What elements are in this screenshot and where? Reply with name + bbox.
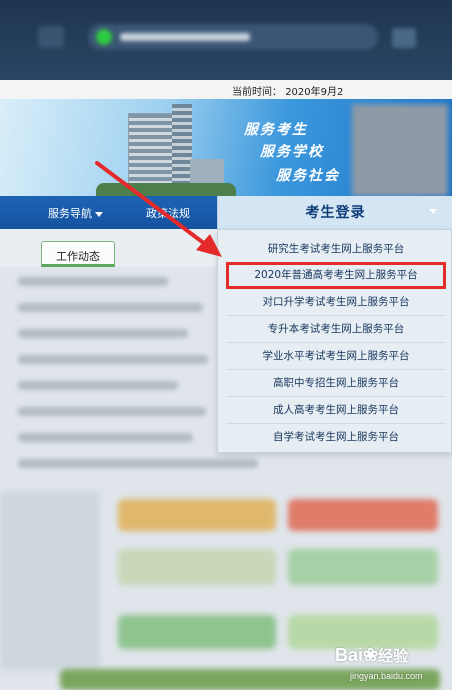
- service-card-blurred: [118, 499, 276, 531]
- slogan-1: 服务考生: [244, 122, 308, 138]
- date-strip: 当前时间： 2020年9月2: [0, 80, 452, 99]
- candidate-login-title: 考生登录: [305, 205, 366, 221]
- watermark-brand-tail: 经验: [378, 647, 409, 665]
- nav-policy[interactable]: 政策法规: [146, 205, 190, 221]
- paw-icon: ❀: [363, 645, 379, 665]
- browser-top-bar: [0, 0, 452, 80]
- sidebar-blurred: [0, 491, 100, 671]
- service-card-blurred: [288, 549, 438, 585]
- news-line: [18, 303, 203, 312]
- nav-service-guide[interactable]: 服务导航: [48, 205, 103, 221]
- qr-code-blurred: [352, 104, 448, 196]
- news-line: [18, 355, 208, 364]
- trees-image: [96, 183, 236, 196]
- service-card-blurred: [288, 615, 438, 649]
- tab-work-news[interactable]: 工作动态: [41, 241, 115, 267]
- address-bar[interactable]: [88, 24, 378, 50]
- dropdown-item-adult-exam[interactable]: 成人高考考生网上服务平台: [226, 397, 446, 424]
- address-text-blurred: [120, 33, 250, 41]
- date-value: 2020年9月2: [285, 87, 344, 98]
- chevron-down-icon: [429, 209, 437, 214]
- dropdown-item-higher-vocational[interactable]: 高职中专招生网上服务平台: [226, 370, 446, 397]
- watermark-brand: Bai: [335, 645, 364, 665]
- tab-work-news-label: 工作动态: [56, 250, 100, 263]
- news-line: [18, 381, 178, 390]
- nav-service-guide-label: 服务导航: [48, 207, 92, 220]
- news-line: [18, 433, 193, 442]
- slogan-2: 服务学校: [260, 144, 324, 160]
- dropdown-item-graduate[interactable]: 研究生考试考生网上服务平台: [226, 236, 446, 263]
- dropdown-item-gaokao-2020[interactable]: 2020年普通高考考生网上服务平台: [226, 262, 446, 289]
- dropdown-item-upgrade-bachelor[interactable]: 专升本考试考生网上服务平台: [226, 316, 446, 343]
- baidu-watermark: Bai❀经验: [335, 645, 408, 666]
- slogan-3: 服务社会: [276, 168, 340, 184]
- dropdown-item-self-study[interactable]: 自学考试考生网上服务平台: [226, 424, 446, 451]
- news-line: [18, 407, 206, 416]
- dropdown-item-vocational-entrance[interactable]: 对口升学考试考生网上服务平台: [226, 289, 446, 316]
- news-line: [18, 329, 188, 338]
- candidate-login-dropdown: 研究生考试考生网上服务平台 2020年普通高考考生网上服务平台 对口升学考试考生…: [217, 229, 452, 453]
- chevron-down-icon: [95, 211, 103, 217]
- watermark-url: jingyan.baidu.com: [350, 671, 423, 681]
- back-icon[interactable]: [38, 26, 64, 48]
- menu-icon[interactable]: [392, 28, 416, 48]
- news-line: [18, 277, 168, 286]
- service-card-blurred: [118, 615, 276, 649]
- news-line: [18, 459, 258, 468]
- service-card-blurred: [288, 499, 438, 531]
- site-icon: [96, 29, 112, 45]
- dropdown-item-academic-level[interactable]: 学业水平考试考生网上服务平台: [226, 343, 446, 370]
- current-time: 当前时间： 2020年9月2: [232, 83, 343, 98]
- date-label: 当前时间：: [232, 87, 282, 98]
- service-card-blurred: [118, 549, 276, 585]
- site-banner: 服务考生 服务学校 服务社会: [0, 99, 452, 196]
- candidate-login-menu[interactable]: 考生登录: [217, 196, 452, 229]
